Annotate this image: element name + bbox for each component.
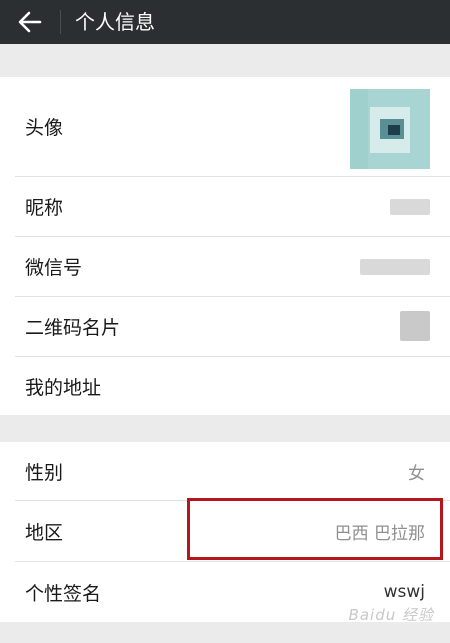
row-label-my-address: 我的地址 <box>25 376 102 399</box>
row-qr-card[interactable]: 二维码名片 <box>0 297 450 356</box>
watermark: Baidu 经验 <box>348 606 434 624</box>
row-gender[interactable]: 性别 女 <box>0 442 450 500</box>
back-button[interactable] <box>0 0 60 44</box>
row-label-avatar: 头像 <box>25 117 64 139</box>
gender-value: 女 <box>408 463 425 484</box>
qr-code-icon <box>400 311 430 341</box>
nickname-value-blurred <box>390 199 430 215</box>
row-wechat-id[interactable]: 微信号 <box>0 237 450 296</box>
row-label-nickname: 昵称 <box>25 197 64 219</box>
page-title: 个人信息 <box>75 10 155 34</box>
profile-section: 头像 昵称 微信号 二维码名片 我的地址 <box>0 77 450 415</box>
back-arrow-icon <box>18 11 42 33</box>
row-label-region: 地区 <box>25 521 64 544</box>
row-avatar[interactable]: 头像 <box>0 77 450 176</box>
top-bar: 个人信息 <box>0 0 450 44</box>
row-label-gender: 性别 <box>25 461 64 484</box>
highlight-annotation-box <box>187 498 443 560</box>
row-label-qr-card: 二维码名片 <box>25 317 121 339</box>
row-label-signature: 个性签名 <box>25 582 102 605</box>
avatar[interactable] <box>350 89 430 169</box>
row-nickname[interactable]: 昵称 <box>0 177 450 236</box>
row-my-address[interactable]: 我的地址 <box>0 357 450 415</box>
row-label-wechat-id: 微信号 <box>25 257 83 279</box>
topbar-divider <box>60 10 61 34</box>
wechat-id-value-blurred <box>360 259 430 275</box>
